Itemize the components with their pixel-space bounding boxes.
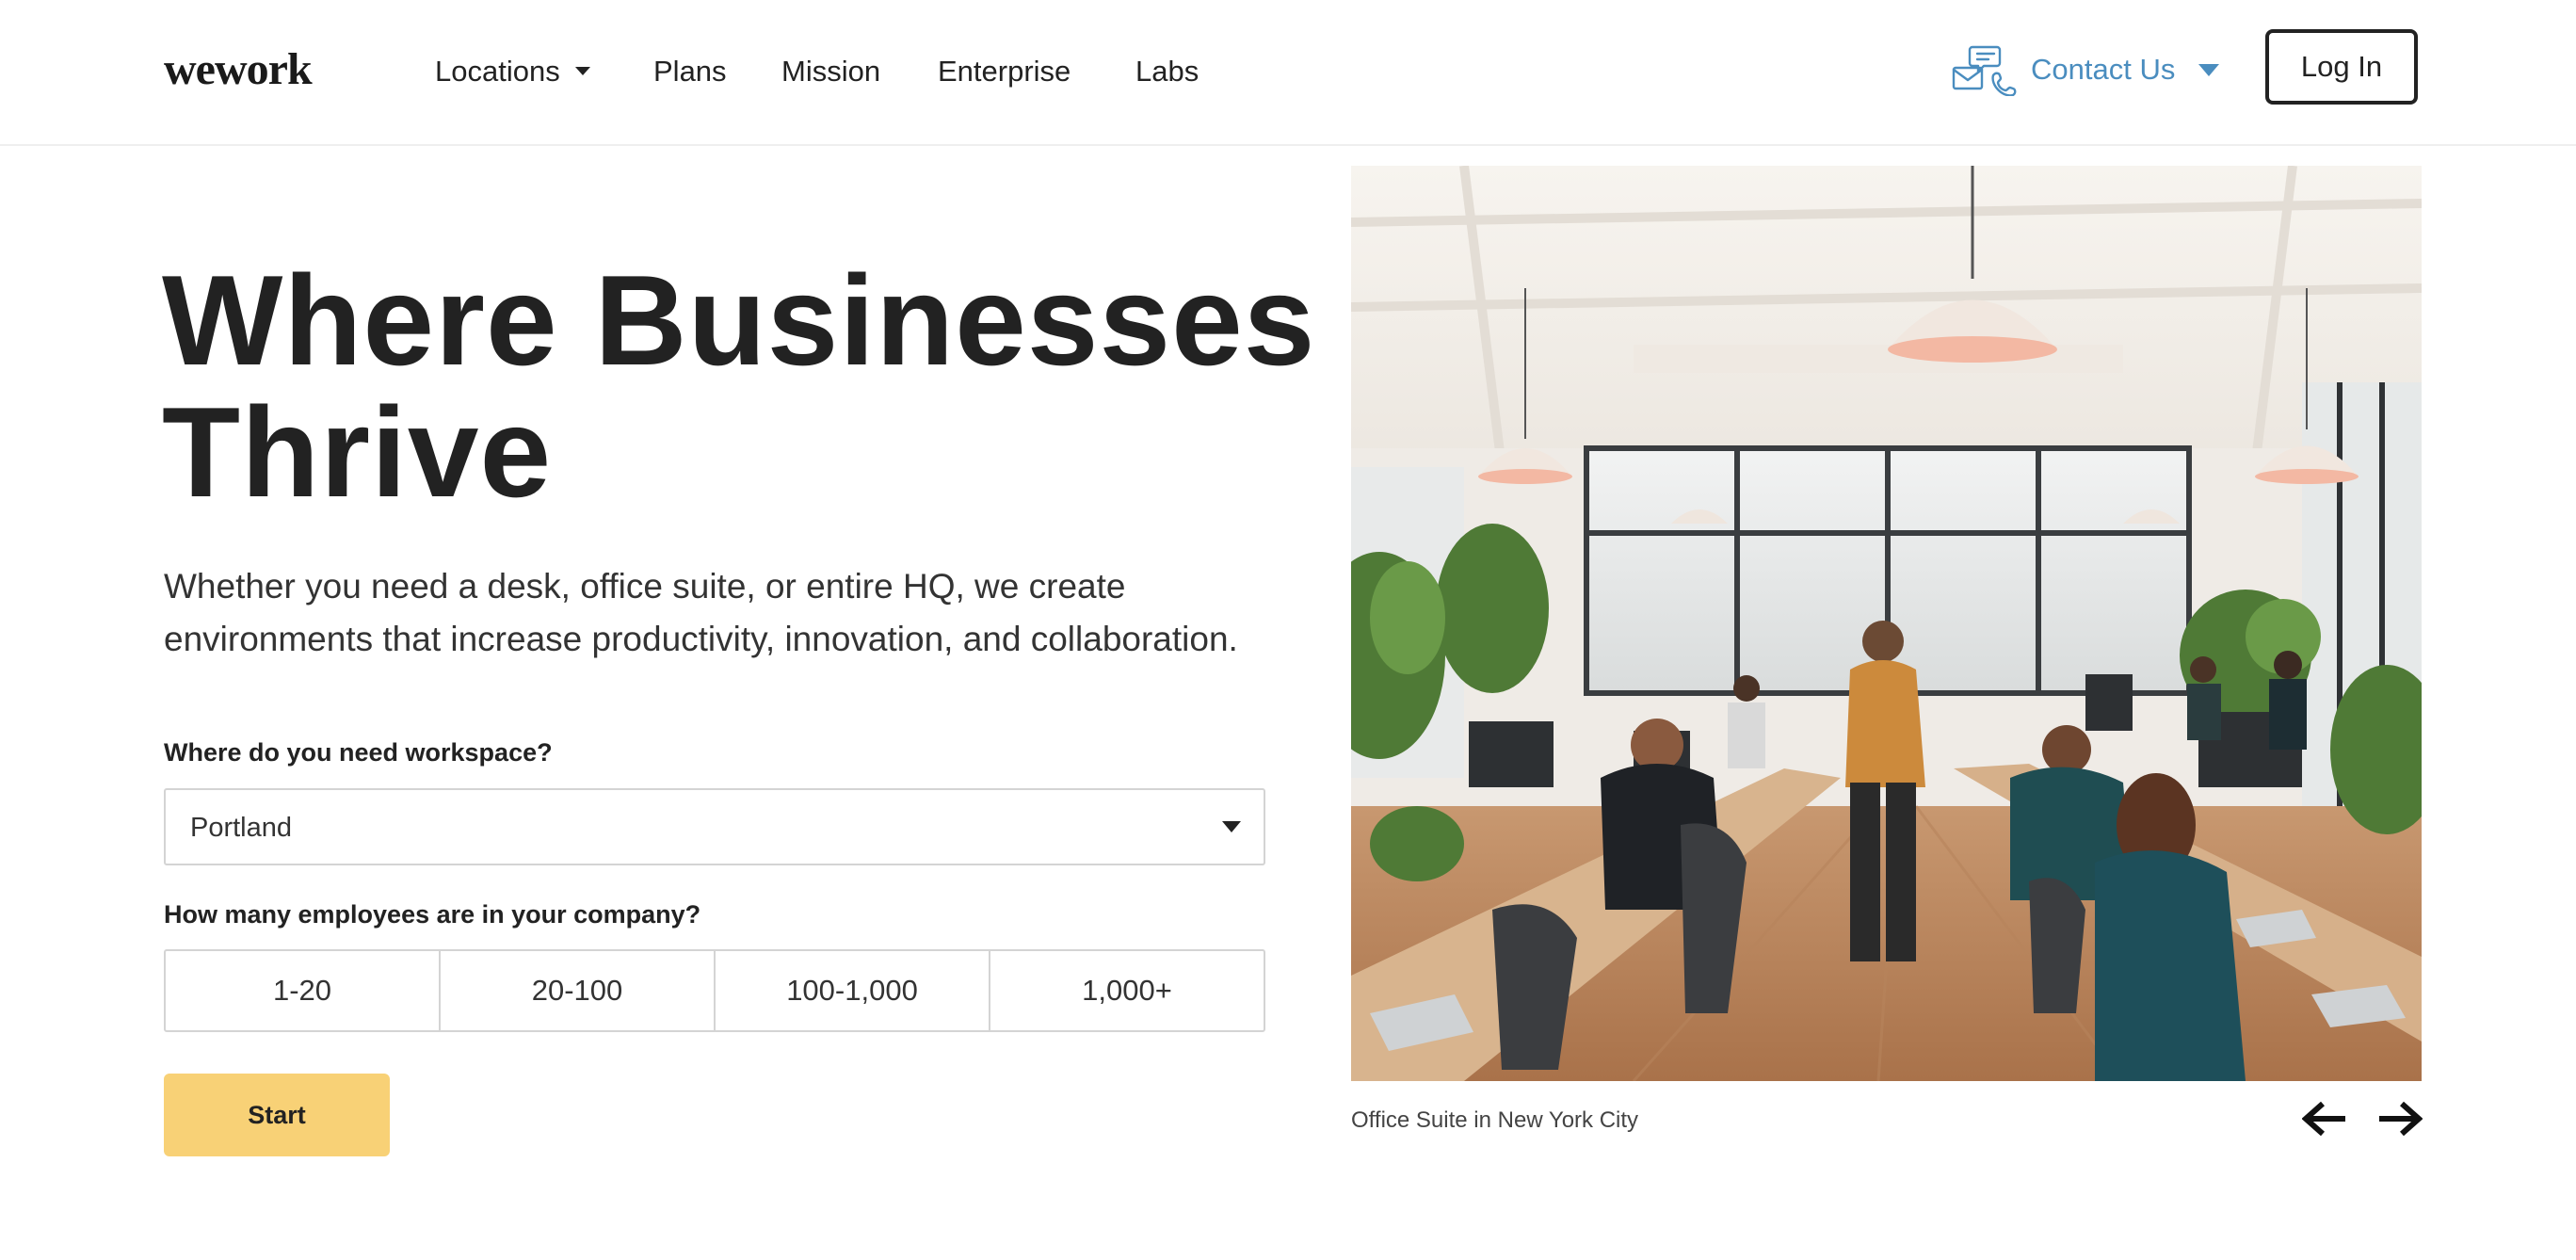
arrow-right-icon[interactable] (2377, 1098, 2423, 1139)
office-scene-illustration (1351, 166, 2422, 1081)
contact-us-label: Contact Us (2031, 53, 2176, 86)
nav-plans[interactable]: Plans (653, 55, 727, 89)
nav-enterprise[interactable]: Enterprise (938, 55, 1071, 89)
nav-labs[interactable]: Labs (1135, 55, 1199, 89)
employee-option-100-1000[interactable]: 100-1,000 (716, 951, 990, 1030)
employee-option-20-100[interactable]: 20-100 (441, 951, 716, 1030)
nav-locations-label: Locations (435, 55, 560, 88)
log-in-button[interactable]: Log In (2265, 29, 2418, 105)
photo-caption: Office Suite in New York City (1351, 1107, 1639, 1133)
page-title-line-2: Thrive (162, 380, 553, 524)
workspace-location-label: Where do you need workspace? (164, 738, 553, 767)
employee-option-1-20[interactable]: 1-20 (166, 951, 441, 1030)
chevron-down-icon (2198, 64, 2219, 76)
page-title: Where Businesses Thrive (162, 254, 1315, 518)
site-header: wework Locations Plans Mission Enterpris… (0, 0, 2576, 146)
employee-count-label: How many employees are in your company? (164, 900, 701, 929)
contact-chat-phone-icon (1952, 45, 2017, 96)
page-title-line-1: Where Businesses (162, 249, 1316, 392)
start-button[interactable]: Start (164, 1074, 390, 1156)
office-photo (1351, 166, 2422, 1081)
chevron-down-icon (574, 67, 590, 76)
chevron-down-icon (1222, 821, 1241, 832)
hero-description: Whether you need a desk, office suite, o… (164, 567, 1238, 658)
workspace-location-value: Portland (190, 813, 293, 843)
employee-count-selector: 1-20 20-100 100-1,000 1,000+ (164, 949, 1265, 1032)
nav-locations[interactable]: Locations (435, 55, 590, 89)
workspace-location-select[interactable]: Portland (164, 788, 1265, 865)
nav-mission[interactable]: Mission (781, 55, 880, 89)
wework-logo[interactable]: wework (164, 43, 313, 95)
employee-option-1000-plus[interactable]: 1,000+ (990, 951, 1264, 1030)
arrow-left-icon[interactable] (2302, 1098, 2347, 1139)
